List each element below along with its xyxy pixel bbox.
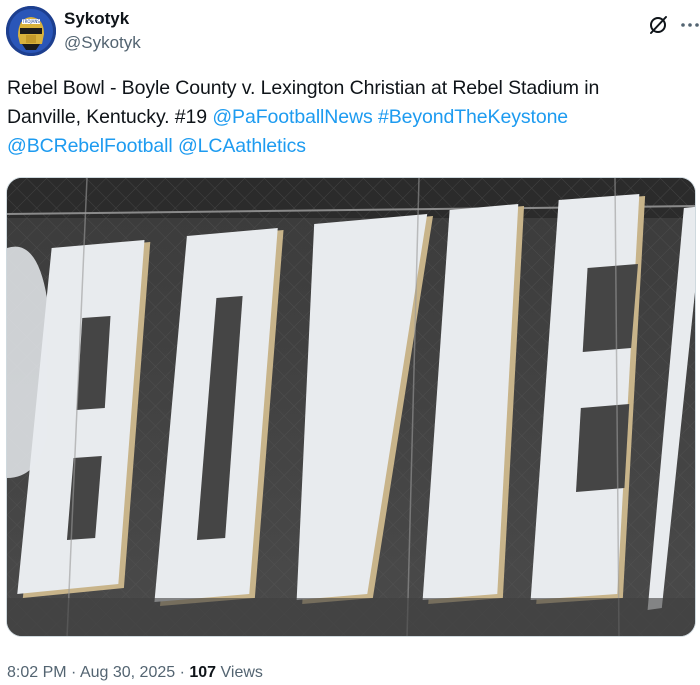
avatar-helmet-icon: TROJANS (6, 6, 56, 56)
avatar[interactable]: TROJANS (6, 6, 56, 56)
grok-slash-icon[interactable] (647, 14, 669, 36)
more-dots-icon[interactable] (679, 14, 700, 36)
banner-letters (7, 194, 695, 610)
author-block: Sykotyk @Sykotyk (64, 9, 141, 54)
mention-bcrebelfootball[interactable]: @BCRebelFootball (7, 135, 173, 157)
tweet-text: Rebel Bowl - Boyle County v. Lexington C… (7, 74, 693, 161)
tweet-time[interactable]: 8:02 PM (7, 664, 67, 681)
mention-pafootballnews[interactable]: @PaFootballNews (212, 106, 372, 128)
tweet-card: TROJANS Sykotyk @Sykotyk Rebel Bowl - Bo… (0, 0, 700, 685)
author-display-name[interactable]: Sykotyk (64, 9, 141, 29)
banner-photo (7, 178, 695, 636)
author-handle[interactable]: @Sykotyk (64, 32, 141, 54)
tweet-date[interactable]: Aug 30, 2025 (80, 664, 175, 681)
svg-text:TROJANS: TROJANS (21, 19, 40, 24)
tweet-text-line1: Rebel Bowl - Boyle County v. Lexington C… (7, 77, 600, 99)
mention-lcaathletics[interactable]: @LCAathletics (178, 135, 306, 157)
tweet-meta: 8:02 PM · Aug 30, 2025 · 107 Views (7, 662, 263, 684)
tweet-text-line2-prefix: Danville, Kentucky. #19 (7, 106, 213, 128)
tweet-header: TROJANS Sykotyk @Sykotyk (6, 6, 699, 58)
tweet-photo[interactable] (6, 177, 696, 637)
hashtag-beyondthekeystone[interactable]: #BeyondTheKeystone (378, 106, 568, 128)
views-label: Views (220, 664, 263, 681)
views-count: 107 (189, 664, 217, 681)
meta-separator: · (71, 664, 77, 681)
meta-separator-2: · (179, 664, 185, 681)
